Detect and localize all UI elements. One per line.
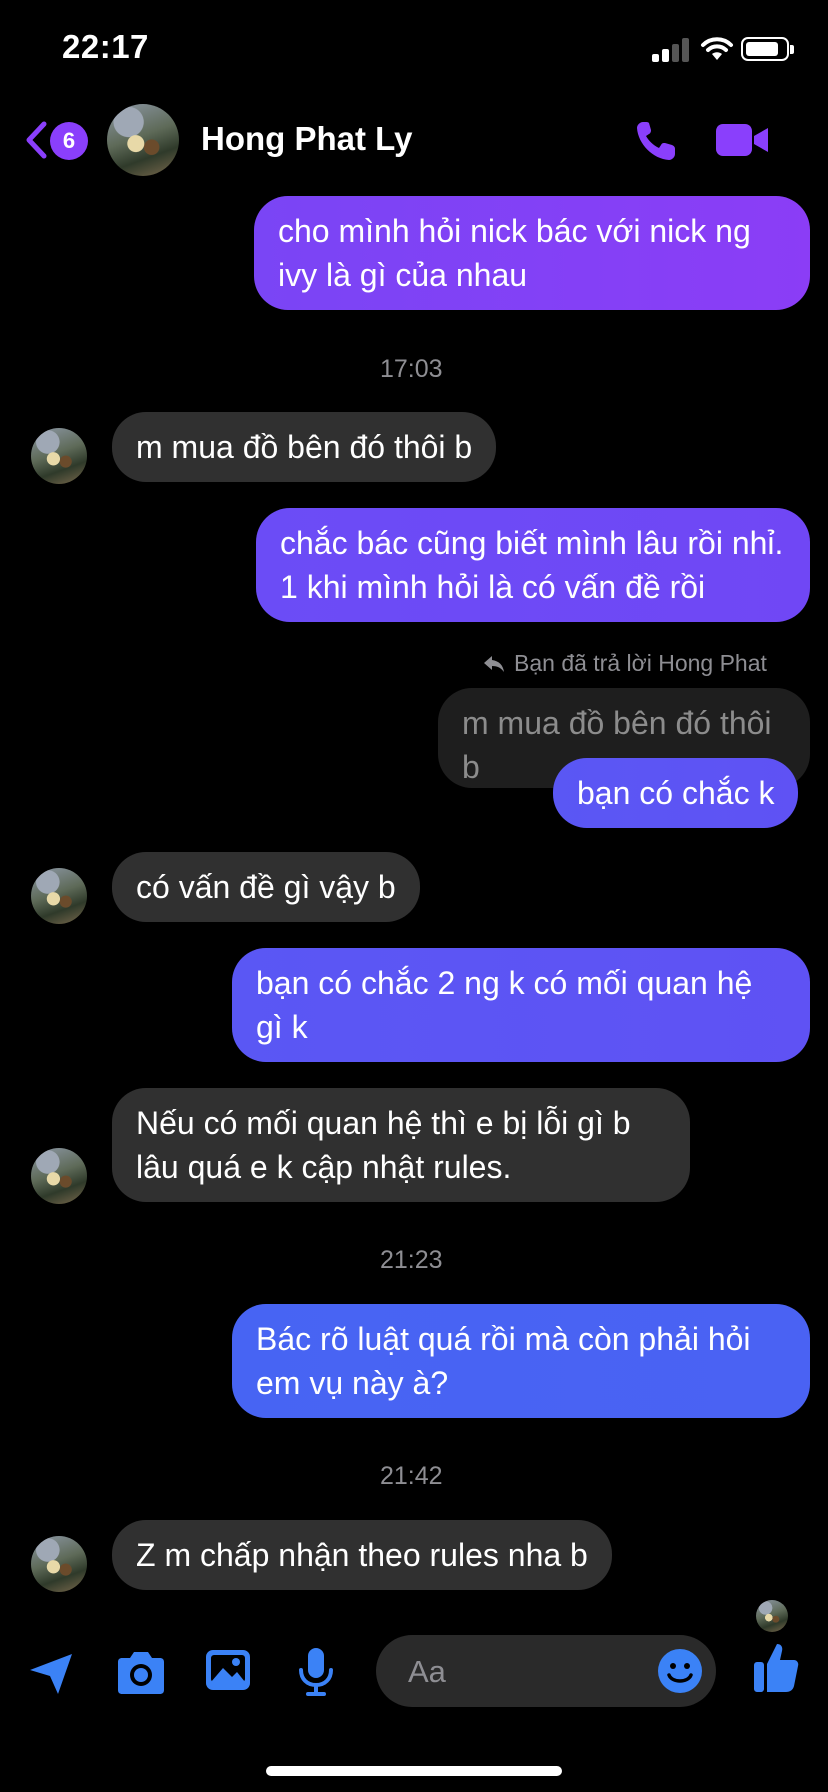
timestamp: 21:42 bbox=[380, 1462, 443, 1490]
timestamp: 21:23 bbox=[380, 1246, 443, 1274]
cellular-signal-icon bbox=[652, 38, 690, 62]
message-incoming[interactable]: m mua đồ bên đó thôi b bbox=[112, 412, 497, 482]
location-arrow-icon[interactable] bbox=[26, 1650, 76, 1698]
reply-arrow-icon bbox=[484, 655, 504, 672]
message-incoming[interactable]: Nếu có mối quan hệ thì e bị lỗi gì b lâu… bbox=[112, 1088, 690, 1202]
unread-badge[interactable]: 6 bbox=[50, 122, 88, 160]
sender-avatar[interactable] bbox=[31, 428, 87, 484]
message-input-placeholder: Aa bbox=[408, 1654, 446, 1689]
battery-icon bbox=[741, 37, 794, 61]
video-camera-icon[interactable] bbox=[714, 120, 770, 160]
contact-name[interactable]: Hong Phat Ly bbox=[201, 120, 412, 158]
message-outgoing[interactable]: chắc bác cũng biết mình lâu rồi nhỉ. 1 k… bbox=[256, 508, 810, 622]
message-outgoing[interactable]: Bác rõ luật quá rồi mà còn phải hỏi em v… bbox=[232, 1304, 810, 1418]
microphone-icon[interactable] bbox=[296, 1646, 336, 1698]
sender-avatar[interactable] bbox=[31, 868, 87, 924]
image-icon[interactable] bbox=[204, 1648, 252, 1694]
message-outgoing[interactable]: cho mình hỏi nick bác với nick ng ivy là… bbox=[254, 196, 810, 310]
phone-icon[interactable] bbox=[633, 118, 679, 164]
message-outgoing[interactable]: bạn có chắc 2 ng k có mối quan hệ gì k bbox=[232, 948, 810, 1062]
camera-icon[interactable] bbox=[114, 1650, 168, 1696]
wifi-icon bbox=[701, 37, 733, 60]
back-chevron-icon[interactable] bbox=[24, 120, 48, 160]
status-time: 22:17 bbox=[62, 28, 149, 65]
emoji-smiley-icon[interactable] bbox=[657, 1648, 703, 1694]
message-incoming[interactable]: có vấn đề gì vậy b bbox=[112, 852, 420, 922]
thumbs-up-icon[interactable] bbox=[752, 1640, 800, 1694]
sender-avatar[interactable] bbox=[31, 1536, 87, 1592]
reply-indicator: Bạn đã trả lời Hong Phat bbox=[482, 650, 767, 677]
message-incoming[interactable]: Z m chấp nhận theo rules nha b bbox=[112, 1520, 612, 1590]
reply-note: Bạn đã trả lời Hong Phat bbox=[514, 650, 767, 676]
contact-avatar[interactable] bbox=[107, 104, 179, 176]
home-indicator[interactable] bbox=[266, 1766, 562, 1776]
seen-receipt-avatar bbox=[756, 1600, 788, 1632]
timestamp: 17:03 bbox=[380, 355, 443, 383]
message-outgoing[interactable]: bạn có chắc k bbox=[553, 758, 799, 828]
sender-avatar[interactable] bbox=[31, 1148, 87, 1204]
